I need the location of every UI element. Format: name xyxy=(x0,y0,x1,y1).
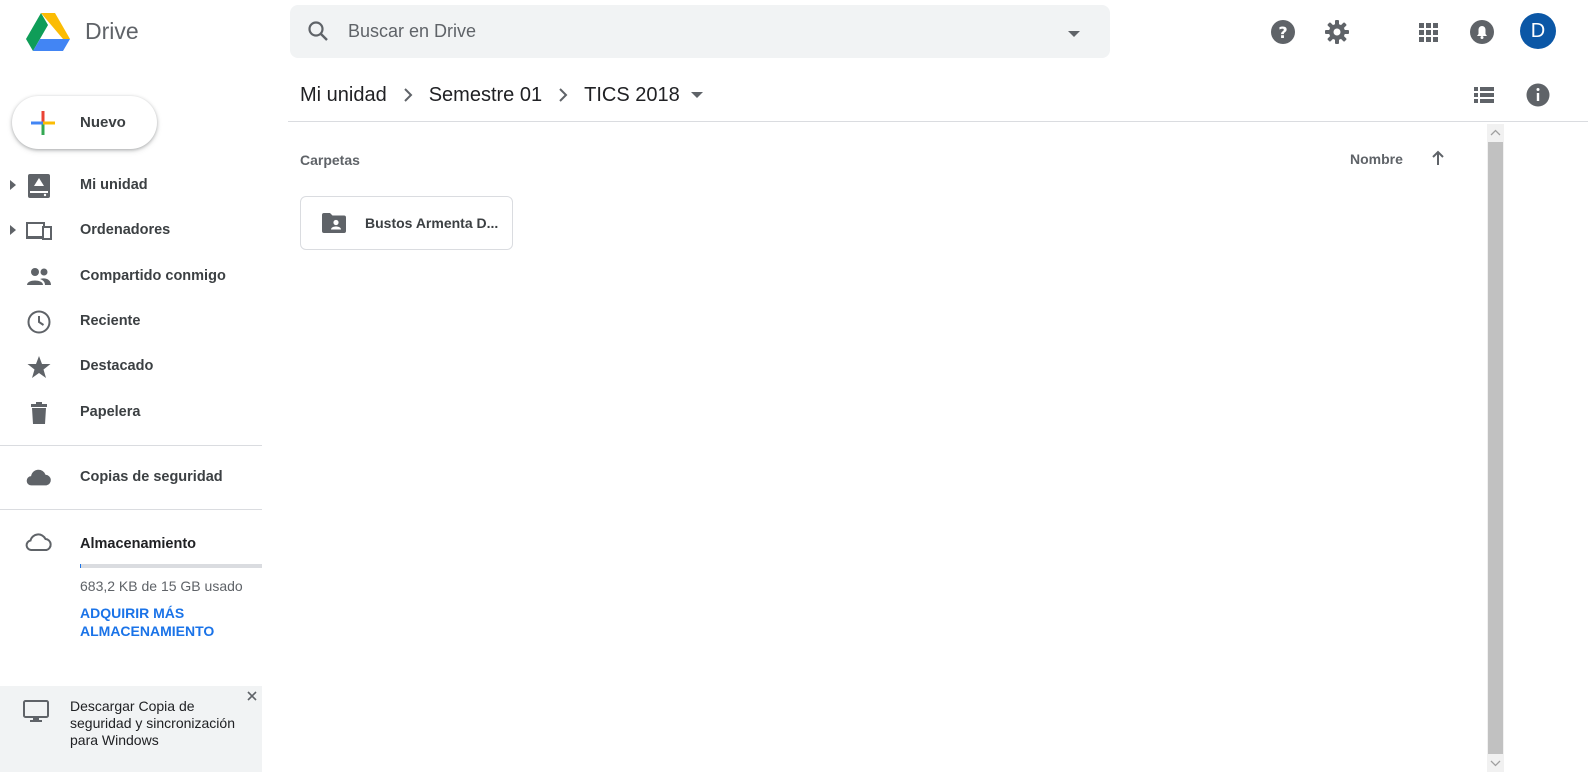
search-bar xyxy=(290,5,1110,58)
breadcrumb-item[interactable]: Semestre 01 xyxy=(429,84,542,107)
plus-icon xyxy=(29,109,57,137)
chevron-right-icon xyxy=(558,87,568,103)
shared-people-icon xyxy=(26,264,52,290)
sidebar-item-label: Compartido conmigo xyxy=(80,268,226,284)
sidebar-divider xyxy=(0,509,262,510)
top-bar: Drive ? D xyxy=(0,0,1588,64)
shared-folder-icon xyxy=(321,212,347,234)
drive-logo-icon[interactable] xyxy=(26,13,70,51)
section-title-folders: Carpetas xyxy=(300,152,360,168)
breadcrumb-item: TICS 2018 xyxy=(584,83,680,106)
breadcrumb-item[interactable]: Mi unidad xyxy=(300,84,387,107)
chevron-right-icon xyxy=(403,87,413,103)
breadcrumb: Mi unidad Semestre 01 TICS 2018 xyxy=(300,80,704,110)
breadcrumb-current-folder[interactable]: TICS 2018 xyxy=(584,84,704,107)
new-button[interactable]: Nuevo xyxy=(12,96,157,149)
computers-icon xyxy=(26,218,52,244)
sidebar-item-my-drive[interactable]: Mi unidad xyxy=(0,163,262,208)
scrollbar-thumb[interactable] xyxy=(1488,142,1503,754)
sidebar-item-computers[interactable]: Ordenadores xyxy=(0,208,262,253)
sidebar-divider xyxy=(0,445,262,446)
buy-storage-link[interactable]: ADQUIRIR MÁS ALMACENAMIENTO xyxy=(80,604,250,640)
clock-icon xyxy=(26,309,52,335)
info-icon[interactable] xyxy=(1524,81,1552,109)
settings-gear-icon[interactable] xyxy=(1321,16,1353,48)
close-icon[interactable] xyxy=(244,688,260,704)
sidebar-item-label: Copias de seguridad xyxy=(80,469,223,485)
scroll-up-arrow-icon[interactable] xyxy=(1487,124,1504,141)
sidebar-item-shared-with-me[interactable]: Compartido conmigo xyxy=(0,254,262,299)
sidebar-item-starred[interactable]: Destacado xyxy=(0,344,262,389)
sidebar-item-label: Mi unidad xyxy=(80,177,148,193)
expand-arrow-icon[interactable] xyxy=(9,224,17,236)
avatar[interactable]: D xyxy=(1520,13,1556,49)
search-icon[interactable] xyxy=(306,19,330,43)
notifications-bell-icon[interactable] xyxy=(1466,16,1498,48)
chevron-down-icon xyxy=(690,90,704,100)
svg-text:?: ? xyxy=(1278,23,1287,42)
cloud-icon xyxy=(26,465,52,491)
storage-progress-bar xyxy=(80,564,262,568)
sidebar-item-label: Papelera xyxy=(80,404,141,420)
folder-card[interactable]: Bustos Armenta D... xyxy=(300,196,513,250)
scrollbar[interactable] xyxy=(1487,124,1504,772)
storage-label[interactable]: Almacenamiento xyxy=(80,536,196,552)
my-drive-icon xyxy=(26,173,52,199)
apps-grid-icon[interactable] xyxy=(1412,16,1444,48)
list-view-icon[interactable] xyxy=(1470,81,1498,109)
folder-name: Bustos Armenta D... xyxy=(365,215,499,231)
search-input[interactable] xyxy=(348,5,1048,58)
storage-progress-fill xyxy=(80,564,81,568)
sidebar-item-label: Ordenadores xyxy=(80,222,171,238)
sort-by-name-button[interactable]: Nombre xyxy=(1350,151,1403,167)
star-icon xyxy=(26,354,52,380)
desktop-monitor-icon xyxy=(22,698,50,724)
promo-text: Descargar Copia de seguridad y sincroniz… xyxy=(70,698,235,748)
help-icon[interactable]: ? xyxy=(1267,16,1299,48)
scroll-down-arrow-icon[interactable] xyxy=(1487,755,1504,772)
search-options-dropdown-icon[interactable] xyxy=(1062,21,1086,45)
cloud-outline-icon xyxy=(24,530,54,556)
main-divider xyxy=(288,121,1588,122)
sidebar-item-label: Destacado xyxy=(80,358,154,374)
arrow-up-icon[interactable] xyxy=(1428,148,1448,168)
sidebar-item-trash[interactable]: Papelera xyxy=(0,390,262,435)
storage-usage-text: 683,2 KB de 15 GB usado xyxy=(80,578,243,594)
sidebar-item-recent[interactable]: Reciente xyxy=(0,299,262,344)
download-backup-promo[interactable]: Descargar Copia de seguridad y sincroniz… xyxy=(0,686,262,772)
new-button-label: Nuevo xyxy=(80,114,126,131)
sidebar-item-label: Reciente xyxy=(80,313,141,329)
app-name[interactable]: Drive xyxy=(85,18,139,45)
trash-icon xyxy=(26,400,52,426)
sidebar-item-backups[interactable]: Copias de seguridad xyxy=(0,455,262,500)
expand-arrow-icon[interactable] xyxy=(9,179,17,191)
